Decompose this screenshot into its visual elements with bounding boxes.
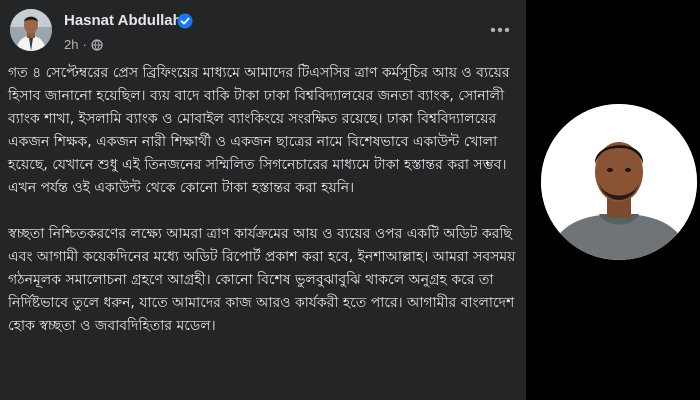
author-name[interactable]: Hasnat Abdullah	[64, 12, 182, 29]
person-portrait-image	[541, 104, 697, 260]
globe-icon[interactable]	[91, 39, 103, 51]
post-paragraph-2: স্বচ্ছতা নিশ্চিতকরণের লক্ষ্যে আমরা ত্রাণ…	[8, 226, 516, 334]
post-paragraph-1: গত ৪ সেপ্টেম্বরের প্রেস ব্রিফিংয়ের মাধ্…	[8, 65, 510, 196]
post-text: গত ৪ সেপ্টেম্বরের প্রেস ব্রিফিংয়ের মাধ্…	[8, 62, 518, 396]
facebook-post-card: Hasnat Abdullah 2h · গত ৪ সেপ্টেম্বরের প্…	[0, 0, 526, 400]
author-avatar-image	[10, 9, 52, 51]
profile-photo-inset	[541, 104, 697, 260]
screenshot-root: Hasnat Abdullah 2h · গত ৪ সেপ্টেম্বরের প্…	[0, 0, 700, 400]
more-options-icon[interactable]	[488, 25, 512, 35]
post-header: Hasnat Abdullah 2h ·	[10, 9, 516, 61]
verified-badge-icon	[177, 13, 193, 29]
author-avatar[interactable]	[10, 9, 52, 51]
meta-separator: ·	[82, 37, 87, 52]
post-meta: 2h ·	[64, 37, 103, 53]
post-timestamp[interactable]: 2h	[64, 37, 78, 52]
